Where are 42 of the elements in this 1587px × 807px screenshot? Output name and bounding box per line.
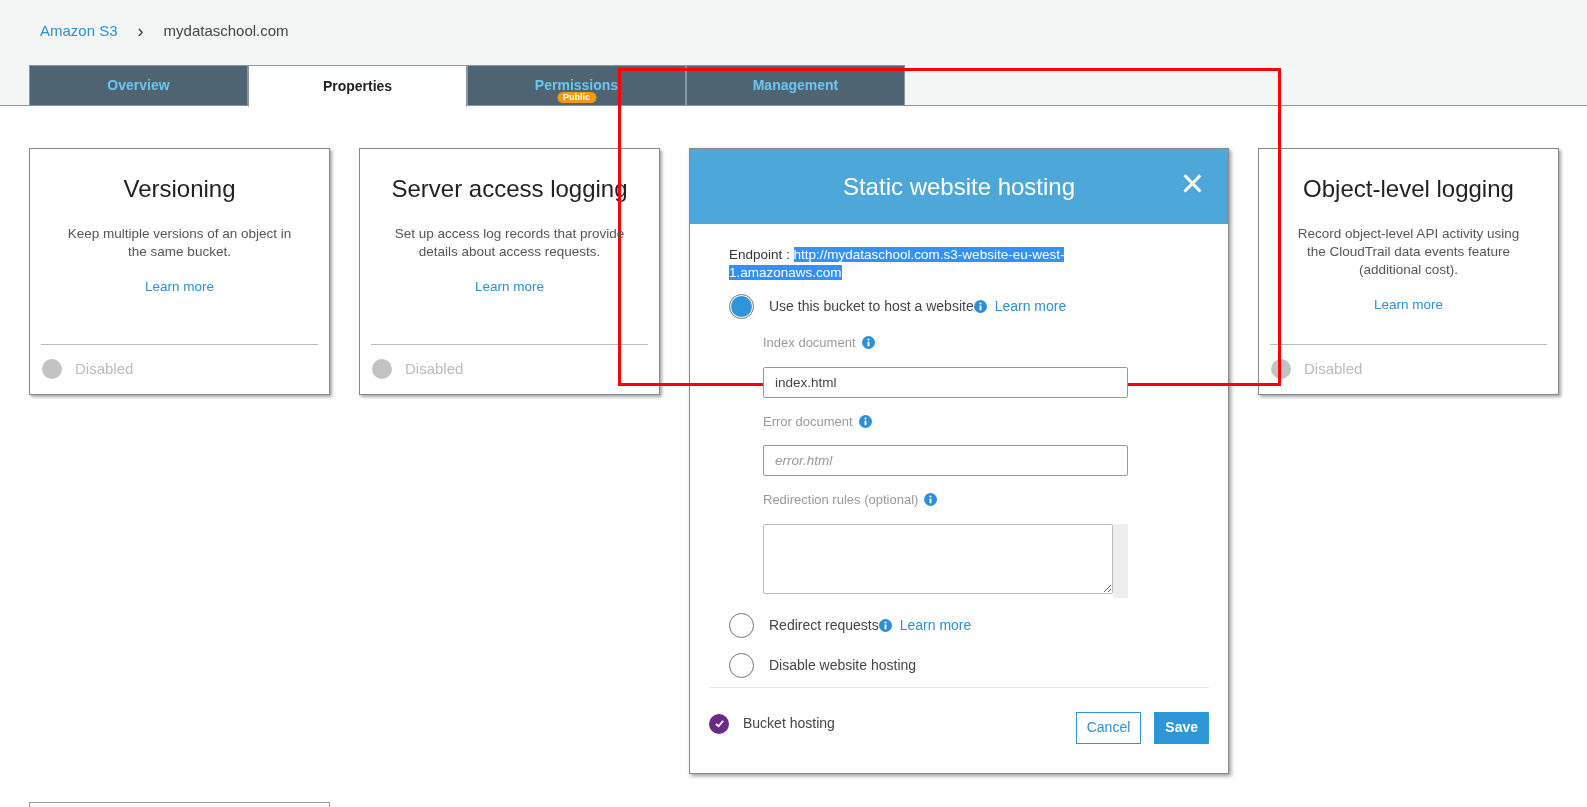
field-label: Error document xyxy=(763,412,853,431)
learn-more-link[interactable]: Learn more xyxy=(899,614,972,636)
cancel-button[interactable]: Cancel xyxy=(1075,711,1142,744)
save-button[interactable]: Save xyxy=(1154,711,1209,744)
status-label: Bucket hosting xyxy=(743,713,835,733)
tab[interactable]: Overview xyxy=(29,65,248,106)
dialog-title: Static website hosting xyxy=(842,171,1076,202)
learn-more-link[interactable]: Learn more xyxy=(474,277,544,298)
public-badge: Public xyxy=(557,92,596,103)
status-label: Disabled xyxy=(405,358,464,379)
info-icon[interactable] xyxy=(973,300,987,313)
info-icon[interactable] xyxy=(878,618,892,632)
endpoint-text: Endpoint : http://mydataschool.com.s3-website-eu-west-1.amazonaws.com xyxy=(729,246,1066,282)
option-label: Redirect requests xyxy=(769,615,879,635)
card-title: Object-level logging xyxy=(1303,174,1514,204)
tab[interactable]: Permissions Public xyxy=(467,65,686,106)
text-field[interactable]: error.html xyxy=(763,445,1128,476)
close-button[interactable]: × xyxy=(1180,163,1204,203)
option-label: Disable website hosting xyxy=(769,655,917,675)
field-label: Index document xyxy=(763,334,856,352)
breadcrumb-current: mydataschool.com xyxy=(163,21,289,42)
card-title: Versioning xyxy=(123,174,236,204)
status-label: Disabled xyxy=(75,358,134,379)
status-label: Disabled xyxy=(1304,358,1363,379)
scrollbar[interactable] xyxy=(1113,523,1128,598)
card-description: Record object-level API activity using the CloudTrail data events feature (additional cost). xyxy=(1296,225,1521,279)
option-label: Use this bucket to host a website xyxy=(769,297,974,316)
breadcrumb-link[interactable]: Amazon S3 xyxy=(40,20,118,43)
tab[interactable]: Management xyxy=(686,65,905,106)
field-label: Redirection rules (optional) xyxy=(763,491,919,509)
learn-more-link[interactable]: Learn more xyxy=(994,296,1067,317)
tab[interactable]: Properties xyxy=(248,65,467,107)
card-description: Keep multiple versions of an object in the same bucket. xyxy=(66,225,293,261)
info-icon[interactable] xyxy=(924,493,938,507)
radio-button[interactable] xyxy=(729,294,754,319)
learn-more-link[interactable]: Learn more xyxy=(144,277,214,298)
text-field[interactable]: index.html xyxy=(763,366,1128,398)
learn-more-link[interactable]: Learn more xyxy=(1373,295,1443,316)
info-icon[interactable] xyxy=(858,414,872,428)
chevron-icon: › xyxy=(137,18,144,45)
text-area[interactable] xyxy=(763,523,1113,594)
info-icon[interactable] xyxy=(861,336,875,350)
